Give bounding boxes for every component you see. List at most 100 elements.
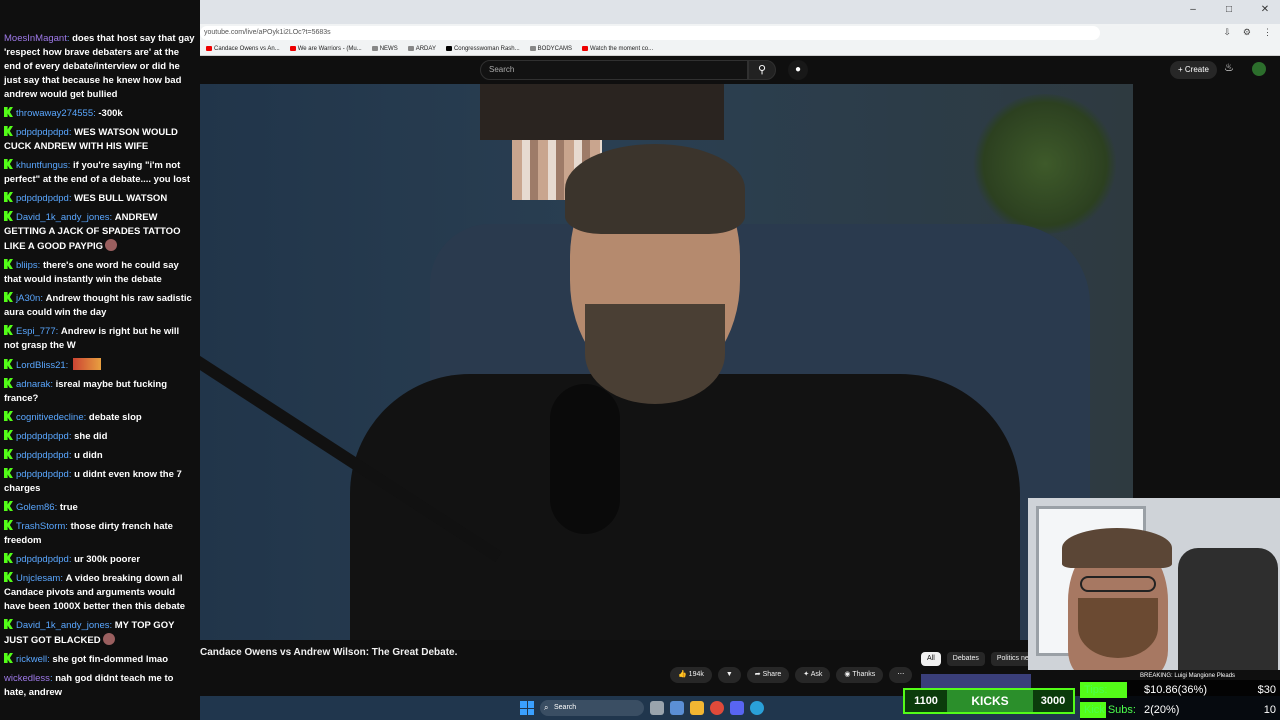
notifications-bell-icon[interactable]: ♨: [1224, 61, 1234, 74]
voice-search-button[interactable]: ●: [788, 60, 808, 80]
chat-username[interactable]: pdpdpdpdpd: [16, 193, 69, 204]
dislike-button[interactable]: ▼: [717, 667, 741, 683]
chat-message: pdpdpdpdpd: she did: [0, 428, 200, 447]
close-icon[interactable]: ✕: [1258, 4, 1272, 15]
chat-message-list: MoesInMagant: does that host say that ga…: [0, 0, 200, 703]
url-input[interactable]: youtube.com/live/aPOyk1i2LOc?t=5683s: [200, 26, 1100, 40]
podcast-microphone: [550, 384, 620, 534]
bookmark-item[interactable]: ARDAY: [407, 46, 436, 52]
discord-icon[interactable]: [730, 701, 744, 715]
file-explorer-icon[interactable]: [670, 701, 684, 715]
chip-all[interactable]: All: [921, 652, 941, 666]
extensions-icon[interactable]: ⚙: [1243, 27, 1251, 38]
chip-debates[interactable]: Debates: [946, 652, 985, 666]
chat-message: cognitivedecline: debate slop: [0, 409, 200, 428]
streamer-glasses: [1080, 576, 1156, 592]
recommendation-chips: All Debates Politics ne: [921, 652, 1035, 666]
streamer-cap: [1062, 528, 1172, 568]
bookmark-item[interactable]: NEWS: [371, 46, 398, 52]
video-player[interactable]: [200, 84, 1133, 640]
chat-username[interactable]: LordBliss21: [16, 360, 66, 371]
share-button[interactable]: ➦ Share: [746, 667, 790, 683]
chat-message: LordBliss21:: [0, 356, 200, 376]
chat-username[interactable]: Espi_777: [16, 326, 56, 337]
more-actions-button[interactable]: ⋯: [889, 667, 913, 683]
chat-username[interactable]: throwaway274555: [16, 108, 93, 119]
chat-username[interactable]: jA30n: [16, 293, 40, 304]
screen: – □ ✕ youtube.com/live/aPOyk1i2LOc?t=568…: [0, 0, 1280, 720]
tips-label: Tips:: [1084, 684, 1108, 696]
kick-badge-icon: [4, 520, 13, 530]
bookmark-item[interactable]: We are Warriors - (Mu...: [289, 46, 362, 52]
chrome-icon[interactable]: [710, 701, 724, 715]
chat-username[interactable]: adnarak: [16, 379, 50, 390]
video-actions: 👍 194k ▼ ➦ Share ✦ Ask ◉ Thanks ⋯: [670, 667, 913, 683]
kicks-label: KICKS: [947, 690, 1033, 712]
folder-icon: [371, 46, 378, 51]
kick-badge-icon: [4, 159, 13, 169]
kick-badge-icon: [4, 292, 13, 302]
chat-username[interactable]: pdpdpdpdpd: [16, 127, 69, 138]
chat-text: she did: [74, 431, 108, 442]
taskbar-icons: Search: [520, 700, 764, 716]
youtube-header: Search ⚲ ● + Create ♨: [200, 56, 1280, 84]
like-button[interactable]: 👍 194k: [670, 667, 712, 683]
avatar[interactable]: [1252, 62, 1266, 76]
menu-icon[interactable]: ⋮: [1263, 27, 1272, 38]
chat-separator: :: [65, 360, 71, 371]
chat-text: -300k: [98, 108, 123, 119]
gaming-chair: [1178, 548, 1278, 670]
thanks-button[interactable]: ◉ Thanks: [836, 667, 884, 683]
chat-message: pdpdpdpdpd: WES WATSON WOULD CUCK ANDREW…: [0, 124, 200, 157]
chat-text: debate slop: [88, 412, 142, 423]
kick-badge-icon: [4, 211, 13, 221]
subs-label: Kick Subs:: [1084, 704, 1136, 716]
bookmark-item[interactable]: BODYCAMS: [529, 46, 572, 52]
bookmark-label: Congresswoman Rash...: [453, 45, 520, 52]
chat-text: u didn: [74, 450, 103, 461]
download-icon[interactable]: ⇩: [1223, 27, 1231, 38]
taskbar-search[interactable]: Search: [540, 700, 644, 716]
recommendation-title: BREAKING: Luigi Mangione Pleads: [1140, 673, 1236, 679]
kick-chat-overlay: MoesInMagant: does that host say that ga…: [0, 0, 200, 720]
chat-username[interactable]: pdpdpdpdpd: [16, 450, 69, 461]
windows-start-icon[interactable]: [520, 701, 534, 715]
chat-username[interactable]: MoesInMagant: [4, 33, 67, 44]
chat-username[interactable]: TrashStorm: [16, 521, 65, 532]
chat-username[interactable]: David_1k_andy_jones: [16, 620, 109, 631]
chat-username[interactable]: pdpdpdpdpd: [16, 431, 69, 442]
chat-text: ur 300k poorer: [74, 554, 141, 565]
bookmark-label: Candace Owens vs An...: [214, 45, 280, 52]
youtube-icon: [582, 46, 588, 51]
kick-badge-icon: [4, 378, 13, 388]
task-view-icon[interactable]: [650, 701, 664, 715]
kick-badge-icon: [4, 126, 13, 136]
chat-username[interactable]: khuntfungus: [16, 160, 68, 171]
minimize-icon[interactable]: –: [1186, 4, 1200, 15]
search-icon: ⚲: [757, 64, 767, 76]
chat-username[interactable]: Unjclesam: [16, 573, 60, 584]
browser-icon[interactable]: [750, 701, 764, 715]
bookmark-item[interactable]: Candace Owens vs An...: [206, 46, 280, 52]
chat-username[interactable]: bliips: [16, 260, 38, 271]
chat-username[interactable]: cognitivedecline: [16, 412, 84, 423]
chat-username[interactable]: Golem86: [16, 502, 55, 513]
search-button[interactable]: ⚲: [748, 60, 776, 80]
kick-badge-icon: [4, 468, 13, 478]
folder-icon[interactable]: [690, 701, 704, 715]
video-title: Candace Owens vs Andrew Wilson: The Grea…: [200, 647, 458, 658]
create-button[interactable]: + Create: [1170, 61, 1217, 79]
bookmark-item[interactable]: Watch the moment co...: [582, 46, 653, 52]
chat-message: David_1k_andy_jones: MY TOP GOY JUST GOT…: [0, 617, 200, 651]
chat-username[interactable]: David_1k_andy_jones: [16, 212, 109, 223]
ask-button[interactable]: ✦ Ask: [795, 667, 831, 683]
bookmark-item[interactable]: Congresswoman Rash...: [445, 45, 520, 52]
tips-row: Tips: $10.86(36%) $30: [1080, 680, 1280, 700]
search-input[interactable]: Search: [480, 60, 748, 80]
chat-username[interactable]: pdpdpdpdpd: [16, 469, 69, 480]
kicks-goal-bar: 1100 KICKS 3000: [903, 688, 1075, 714]
maximize-icon[interactable]: □: [1222, 4, 1236, 15]
chat-username[interactable]: rickwell: [16, 654, 47, 665]
chat-username[interactable]: wickedless: [4, 673, 50, 684]
chat-username[interactable]: pdpdpdpdpd: [16, 554, 69, 565]
